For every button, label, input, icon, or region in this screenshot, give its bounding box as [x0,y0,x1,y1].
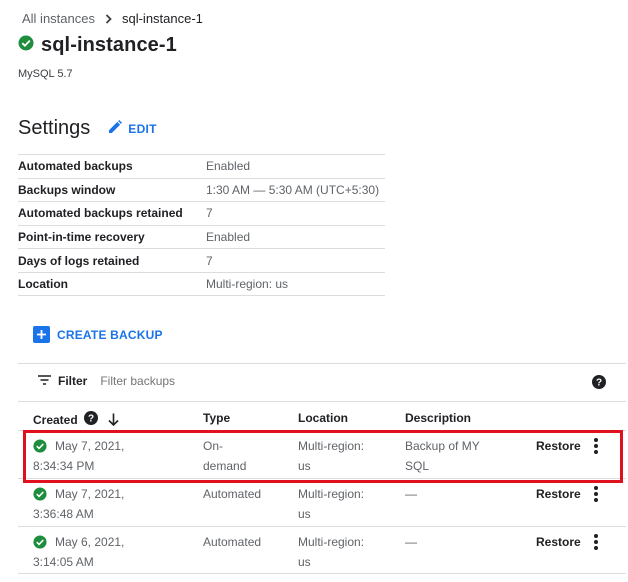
created-cell: May 7, 2021, 8:34:34 PM [33,436,193,476]
column-header-description: Description [405,411,472,425]
svg-text:?: ? [596,378,602,389]
settings-value: Enabled [206,230,251,245]
instance-version: MySQL 5.7 [18,68,73,80]
arrow-down-icon[interactable] [108,413,119,426]
more-vert-icon[interactable] [594,534,598,556]
backups-table-header: Created ? Type Location Description [18,403,626,429]
more-vert-icon[interactable] [594,438,598,460]
settings-row: Days of logs retained 7 [18,248,385,272]
settings-title: Settings [18,117,91,139]
restore-button[interactable]: Restore [536,532,581,552]
settings-value: 7 [206,206,213,221]
created-cell: May 6, 2021, 3:14:05 AM [33,532,193,572]
settings-row: Automated backups Enabled [18,154,385,178]
created-time: 3:36:48 AM [33,507,94,521]
plus-icon [33,326,50,343]
check-circle-icon [33,535,47,549]
divider [18,401,626,402]
check-circle-icon [18,35,34,56]
backups-table-body: May 7, 2021, 8:34:34 PM On-demand Multi-… [18,430,626,574]
settings-row: Point-in-time recovery Enabled [18,224,385,249]
filter-input[interactable] [100,374,301,388]
description-cell: Backup of MY SQL [405,436,500,476]
table-row: May 6, 2021, 3:14:05 AM Automated Multi-… [18,526,626,574]
filter-icon[interactable] [38,374,51,388]
description-cell: — [405,532,500,552]
settings-row: Location Multi-region: us [18,271,385,296]
location-cell: Multi-region: us [298,436,383,476]
settings-value: 7 [206,253,213,268]
check-circle-icon [33,487,47,501]
edit-label: EDIT [128,121,157,136]
created-date: May 7, 2021, [55,439,125,453]
settings-key: Backups window [18,182,116,197]
filter-bar: Filter [38,374,301,388]
type-text: demand [203,459,247,473]
help-icon[interactable]: ? [592,375,606,394]
help-icon[interactable]: ? [83,411,98,428]
breadcrumb: All instances sql-instance-1 [22,11,203,26]
divider [18,363,626,364]
location-cell: Multi-region: us [298,532,383,572]
settings-key: Days of logs retained [18,253,140,268]
settings-table: Automated backups Enabled Backups window 1… [18,154,385,296]
column-header-type: Type [203,411,231,425]
check-circle-icon [33,439,47,453]
edit-button[interactable]: EDIT [108,120,157,137]
settings-header: Settings EDIT [18,117,157,140]
instance-header: sql-instance-1 [18,34,177,57]
column-header-location: Location [298,411,348,425]
type-cell: Automated [203,484,273,504]
table-row: May 7, 2021, 3:36:48 AM Automated Multi-… [18,478,626,526]
breadcrumb-current: sql-instance-1 [121,11,203,26]
create-backup-label: CREATE BACKUP [57,327,163,342]
svg-text:?: ? [88,414,94,425]
created-cell: May 7, 2021, 3:36:48 AM [33,484,193,524]
settings-key: Location [18,276,68,291]
settings-key: Automated backups [18,159,133,174]
type-text: Automated [203,487,262,501]
pencil-icon [108,120,123,137]
description-cell: — [405,484,500,504]
settings-key: Automated backups retained [18,206,183,221]
type-cell: Automated [203,532,273,552]
location-text: Multi-region: [298,535,365,549]
restore-button[interactable]: Restore [536,484,581,504]
page-title: sql-instance-1 [41,34,177,56]
location-text: Multi-region: [298,487,365,501]
location-text: us [298,507,311,521]
type-text: Automated [203,535,262,549]
settings-row: Backups window 1:30 AM — 5:30 AM (UTC+5:3… [18,177,385,202]
breadcrumb-all-instances-link[interactable]: All instances [22,11,95,26]
description-text: Backup of MY [405,439,480,453]
description-text: — [405,535,417,549]
settings-value: Multi-region: us [206,276,289,291]
settings-value: 1:30 AM — 5:30 AM (UTC+5:30) [206,182,380,197]
description-text: SQL [405,459,430,473]
create-backup-button[interactable]: CREATE BACKUP [33,326,163,343]
restore-button[interactable]: Restore [536,436,581,456]
chevron-right-icon [105,13,113,24]
table-row: May 7, 2021, 8:34:34 PM On-demand Multi-… [18,430,626,478]
created-time: 8:34:34 PM [33,459,95,473]
location-text: Multi-region: [298,439,365,453]
settings-value: Enabled [206,159,251,174]
column-header-created-label: Created [33,412,78,427]
type-text: On- [203,439,224,453]
location-cell: Multi-region: us [298,484,383,524]
filter-label: Filter [58,374,88,388]
column-header-created[interactable]: Created ? [33,411,119,428]
settings-key: Point-in-time recovery [18,230,145,245]
location-text: us [298,459,311,473]
more-vert-icon[interactable] [594,486,598,508]
created-date: May 7, 2021, [55,487,125,501]
settings-row: Automated backups retained 7 [18,201,385,225]
created-time: 3:14:05 AM [33,555,94,569]
description-text: — [405,487,417,501]
location-text: us [298,555,311,569]
created-date: May 6, 2021, [55,535,125,549]
type-cell: On-demand [203,436,273,476]
